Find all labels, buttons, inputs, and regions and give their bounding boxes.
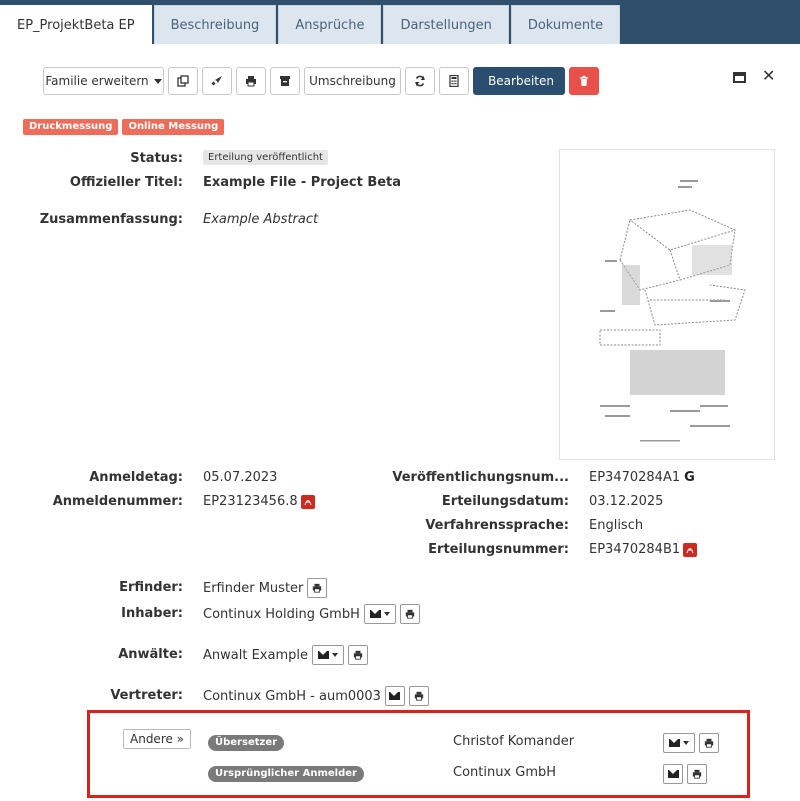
vertreter-label: Vertreter: (110, 688, 183, 703)
anmeldenummer-label: Anmeldenummer: (52, 494, 183, 509)
toolbar: Familie erweitern Umschreibung Bearbeite… (43, 67, 603, 95)
archive-button[interactable] (270, 67, 300, 95)
role-badge-uebersetzer: Übersetzer (208, 735, 285, 751)
uebersetzer-name: Christof Komander (453, 734, 575, 749)
inhaber-label: Inhaber: (121, 606, 183, 621)
status-badge: Erteilung veröffentlicht (203, 150, 328, 165)
copy-icon (177, 75, 189, 87)
calculator-button[interactable] (439, 67, 469, 95)
vertreter-mail-button[interactable] (384, 686, 405, 706)
erfinder-value: Erfinder Muster (203, 580, 304, 596)
rocket-icon (211, 76, 222, 86)
delete-button[interactable] (569, 67, 599, 95)
veroeffentlichungsnummer-label: Veröffentlichungsnum... (392, 470, 569, 485)
mail-icon (669, 739, 680, 747)
refresh-icon (415, 75, 425, 87)
mail-icon (369, 610, 381, 618)
calculator-icon (449, 75, 459, 87)
verfahrenssprache-label: Verfahrenssprache: (425, 518, 569, 533)
print-icon (704, 738, 714, 748)
zusammenfassung-value: Example Abstract (203, 212, 319, 227)
bearbeiten-button[interactable]: Bearbeiten (473, 67, 565, 95)
print-icon (313, 583, 322, 593)
patent-drawing-image (599, 180, 746, 442)
vertreter-print-button[interactable] (408, 686, 429, 706)
mail-icon (317, 651, 329, 659)
tag-list: Druckmessung Online Messung (23, 119, 228, 135)
archive-icon (280, 76, 290, 86)
tag-druckmessung[interactable]: Druckmessung (23, 119, 119, 135)
titel-value: Example File - Project Beta (203, 175, 402, 190)
status-label: Status: (130, 151, 183, 166)
vertreter-value: Continux GmbH - aum0003 (203, 688, 381, 704)
inhaber-print-button[interactable] (399, 604, 420, 624)
chevron-down-icon (331, 653, 338, 657)
erteilungsnummer-label: Erteilungsnummer: (428, 542, 569, 557)
role-badge-urspruenglicher-anmelder: Ursprünglicher Anmelder (208, 766, 364, 782)
google-icon[interactable]: G (684, 470, 695, 485)
detail-panel: Familie erweitern Umschreibung Bearbeite… (0, 44, 800, 801)
print-icon (692, 769, 702, 779)
tab-bar: EP_ProjektBeta EP Beschreibung Ansprüche… (0, 5, 622, 44)
familie-erweitern-button[interactable]: Familie erweitern (43, 67, 164, 95)
inhaber-mail-dropdown[interactable] (363, 604, 396, 624)
tab-overview[interactable]: EP_ProjektBeta EP (0, 5, 152, 44)
umschreibung-button[interactable]: Umschreibung (304, 67, 401, 95)
drawing-thumbnail[interactable] (559, 149, 775, 460)
chevron-down-icon (153, 78, 162, 84)
tab-ansprueche[interactable]: Ansprüche (278, 5, 382, 44)
chevron-down-icon (383, 612, 390, 616)
close-icon[interactable]: ✕ (762, 68, 775, 84)
anwaelte-mail-dropdown[interactable] (311, 645, 344, 665)
andere-toggle-button[interactable]: Andere » (123, 729, 192, 749)
anmelder-mail-button[interactable] (663, 764, 683, 784)
inhaber-value: Continux Holding GmbH (203, 606, 360, 622)
anmeldenummer-value: EP23123456.8 (203, 494, 298, 509)
anwaelte-value: Anwalt Example (203, 647, 308, 663)
anmelder-print-button[interactable] (687, 764, 707, 784)
maximize-icon[interactable] (733, 72, 746, 83)
zusammenfassung-label: Zusammenfassung: (39, 212, 183, 227)
erteilungsnummer-value: EP3470284B1 (589, 542, 681, 557)
pdf-icon[interactable] (683, 542, 698, 557)
erteilungsdatum-value: 03.12.2025 (589, 494, 664, 509)
tab-beschreibung[interactable]: Beschreibung (153, 5, 277, 44)
trash-icon (580, 75, 588, 86)
anmeldetag-label: Anmeldetag: (89, 470, 183, 485)
uebersetzer-mail-dropdown[interactable] (663, 733, 695, 753)
tag-online-messung[interactable]: Online Messung (122, 119, 225, 135)
print-icon (405, 609, 415, 619)
chevron-down-icon (683, 741, 689, 745)
highlight-box (87, 710, 750, 798)
print-icon (353, 650, 363, 660)
print-button[interactable] (236, 67, 266, 95)
pdf-icon[interactable] (300, 494, 315, 509)
erfinder-label: Erfinder: (119, 580, 183, 595)
mail-icon (389, 692, 401, 700)
mail-icon (667, 770, 679, 778)
copy-button[interactable] (168, 67, 198, 95)
anwaelte-label: Anwälte: (118, 647, 183, 662)
anmeldetag-value: 05.07.2023 (203, 470, 278, 485)
erfinder-print-button[interactable] (307, 578, 328, 598)
send-button[interactable] (202, 67, 232, 95)
print-icon (414, 691, 424, 701)
urspruenglicher-anmelder-name: Continux GmbH (453, 765, 557, 780)
refresh-button[interactable] (405, 67, 435, 95)
verfahrenssprache-value: Englisch (589, 518, 644, 533)
veroeffentlichungsnummer-value: EP3470284A1 (589, 470, 681, 485)
uebersetzer-print-button[interactable] (699, 733, 719, 753)
erteilungsdatum-label: Erteilungsdatum: (441, 494, 569, 509)
titel-label: Offizieller Titel: (69, 175, 183, 190)
anwaelte-print-button[interactable] (347, 645, 368, 665)
tab-darstellungen[interactable]: Darstellungen (383, 5, 509, 44)
tab-dokumente[interactable]: Dokumente (510, 5, 621, 44)
familie-erweitern-label: Familie erweitern (45, 74, 149, 88)
print-icon (246, 76, 256, 87)
bearbeiten-label: Bearbeiten (488, 74, 554, 88)
